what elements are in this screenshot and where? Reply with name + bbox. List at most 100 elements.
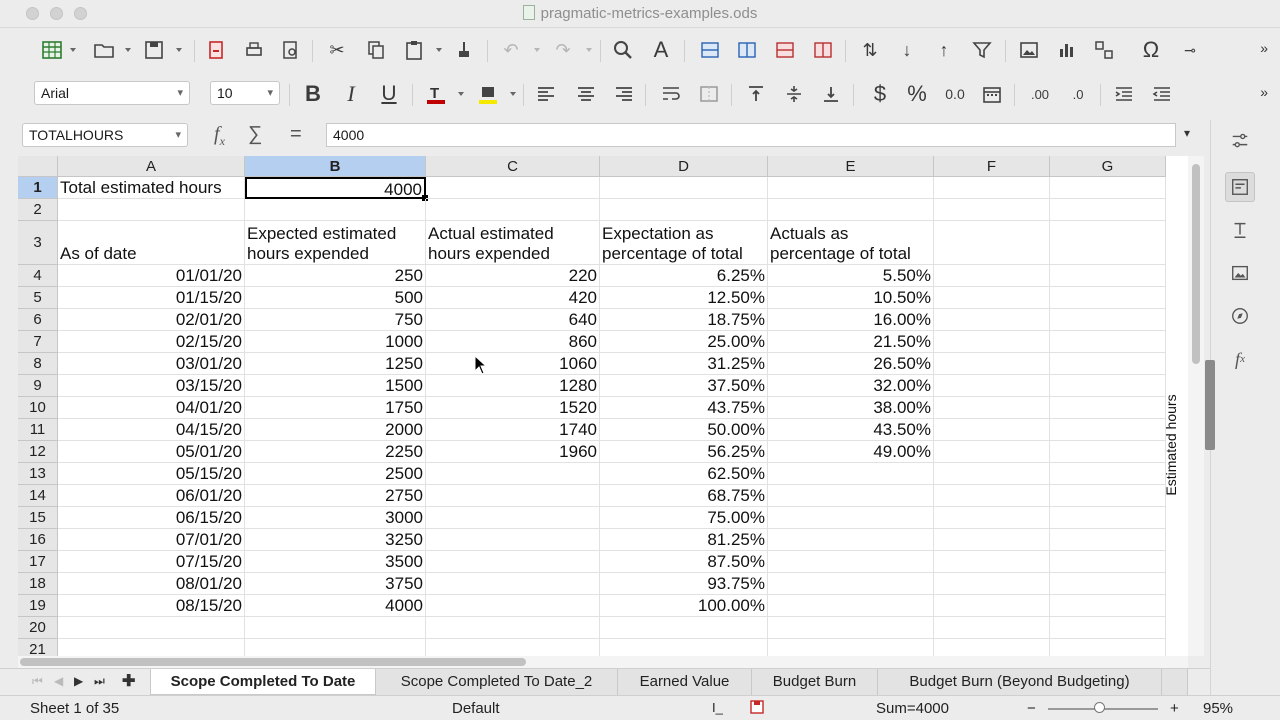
table-cell[interactable] — [426, 529, 600, 551]
table-cell[interactable]: 05/01/20 — [58, 441, 245, 463]
table-cell[interactable]: Expected estimated hours expended — [245, 221, 426, 265]
table-cell[interactable] — [768, 529, 934, 551]
table-cell[interactable] — [1050, 331, 1166, 353]
percent-format-button[interactable]: % — [903, 80, 931, 108]
table-cell[interactable]: 1520 — [426, 397, 600, 419]
table-cell[interactable] — [934, 529, 1050, 551]
table-cell[interactable]: 43.50% — [768, 419, 934, 441]
row-header[interactable]: 5 — [18, 287, 58, 309]
row-header[interactable]: 8 — [18, 353, 58, 375]
table-cell[interactable] — [1050, 617, 1166, 639]
center-vertically-button[interactable] — [780, 80, 808, 108]
first-sheet-icon[interactable]: ⏮ — [32, 674, 43, 689]
table-cell[interactable]: 43.75% — [600, 397, 768, 419]
sidebar-font-icon[interactable] — [1225, 215, 1255, 245]
table-cell[interactable] — [768, 463, 934, 485]
next-sheet-icon[interactable]: ▶ — [74, 674, 83, 688]
vertical-scrollbar[interactable] — [1188, 156, 1204, 656]
italic-button[interactable]: I — [337, 80, 365, 108]
row-header[interactable]: 19 — [18, 595, 58, 617]
open-dropdown-arrow[interactable] — [125, 48, 131, 52]
table-cell[interactable] — [934, 573, 1050, 595]
table-cell[interactable] — [426, 551, 600, 573]
table-cell[interactable]: 2750 — [245, 485, 426, 507]
table-cell[interactable] — [600, 617, 768, 639]
insert-mode-icon[interactable]: I_ — [712, 700, 723, 715]
function-wizard-icon[interactable]: fx — [214, 123, 225, 149]
sidebar-gallery-icon[interactable] — [1225, 258, 1255, 288]
table-cell[interactable]: 2250 — [245, 441, 426, 463]
table-cell[interactable] — [934, 639, 1050, 656]
sidebar-functions-icon[interactable]: fx — [1225, 344, 1255, 374]
table-cell[interactable] — [58, 617, 245, 639]
last-sheet-icon[interactable]: ⏭ — [94, 674, 105, 689]
add-decimal-button[interactable]: .00 — [1026, 80, 1054, 108]
table-cell[interactable]: Actuals as percentage of total — [768, 221, 934, 265]
table-cell[interactable] — [1050, 397, 1166, 419]
align-left-button[interactable] — [532, 80, 560, 108]
save-dropdown-arrow[interactable] — [176, 48, 182, 52]
table-cell[interactable]: 12.50% — [600, 287, 768, 309]
undo-dropdown-arrow[interactable] — [534, 48, 540, 52]
delete-decimal-button[interactable]: .0 — [1064, 80, 1092, 108]
formula-equals-icon[interactable]: = — [290, 123, 302, 146]
row-button[interactable] — [696, 36, 724, 64]
special-character-button[interactable]: Ω — [1137, 36, 1165, 64]
table-cell[interactable]: 02/01/20 — [58, 309, 245, 331]
table-cell[interactable] — [600, 199, 768, 221]
row-header[interactable]: 13 — [18, 463, 58, 485]
table-cell[interactable] — [934, 199, 1050, 221]
active-cell[interactable]: 4000 — [245, 177, 426, 199]
table-cell[interactable] — [1050, 287, 1166, 309]
new-dropdown-arrow[interactable] — [70, 48, 76, 52]
wrap-text-button[interactable] — [657, 80, 685, 108]
table-cell[interactable]: 6.25% — [600, 265, 768, 287]
decrease-indent-button[interactable] — [1148, 80, 1176, 108]
sort-button[interactable]: ⇅ — [856, 36, 884, 64]
table-cell[interactable]: 32.00% — [768, 375, 934, 397]
table-cell[interactable] — [1050, 573, 1166, 595]
table-cell[interactable] — [934, 463, 1050, 485]
table-cell[interactable] — [426, 177, 600, 199]
table-cell[interactable] — [58, 199, 245, 221]
table-cell[interactable] — [1050, 595, 1166, 617]
row-header[interactable]: 15 — [18, 507, 58, 529]
row-header[interactable]: 3 — [18, 221, 58, 265]
table-cell[interactable]: 06/15/20 — [58, 507, 245, 529]
column-header-e[interactable]: E — [768, 156, 934, 177]
table-cell[interactable] — [600, 177, 768, 199]
table-cell[interactable] — [768, 639, 934, 656]
align-bottom-button[interactable] — [817, 80, 845, 108]
row-header[interactable]: 10 — [18, 397, 58, 419]
row-header[interactable]: 18 — [18, 573, 58, 595]
table-cell[interactable] — [934, 375, 1050, 397]
redo-dropdown-arrow[interactable] — [586, 48, 592, 52]
table-cell[interactable] — [1050, 309, 1166, 331]
sort-ascending-button[interactable]: ↓ — [893, 36, 921, 64]
print-preview-button[interactable] — [277, 36, 305, 64]
table-cell[interactable] — [934, 331, 1050, 353]
sort-descending-button[interactable]: ↑ — [930, 36, 958, 64]
date-format-button[interactable] — [978, 80, 1006, 108]
table-cell[interactable]: 26.50% — [768, 353, 934, 375]
table-cell[interactable]: 08/15/20 — [58, 595, 245, 617]
table-cell[interactable]: Actual estimated hours expended — [426, 221, 600, 265]
table-cell[interactable]: As of date — [58, 221, 245, 265]
increase-indent-button[interactable] — [1110, 80, 1138, 108]
table-cell[interactable]: 640 — [426, 309, 600, 331]
table-cell[interactable] — [245, 199, 426, 221]
table-cell[interactable] — [768, 617, 934, 639]
table-cell[interactable] — [1050, 221, 1166, 265]
paste-dropdown-arrow[interactable] — [436, 48, 442, 52]
table-cell[interactable]: 21.50% — [768, 331, 934, 353]
table-cell[interactable] — [426, 485, 600, 507]
table-cell[interactable] — [934, 485, 1050, 507]
align-center-button[interactable] — [572, 80, 600, 108]
table-cell[interactable]: 08/01/20 — [58, 573, 245, 595]
formula-input[interactable]: 4000 — [326, 123, 1176, 147]
table-cell[interactable]: 5.50% — [768, 265, 934, 287]
table-cell[interactable] — [1050, 639, 1166, 656]
export-pdf-button[interactable] — [202, 36, 230, 64]
background-color-dropdown-arrow[interactable] — [510, 92, 516, 96]
align-right-button[interactable] — [610, 80, 638, 108]
